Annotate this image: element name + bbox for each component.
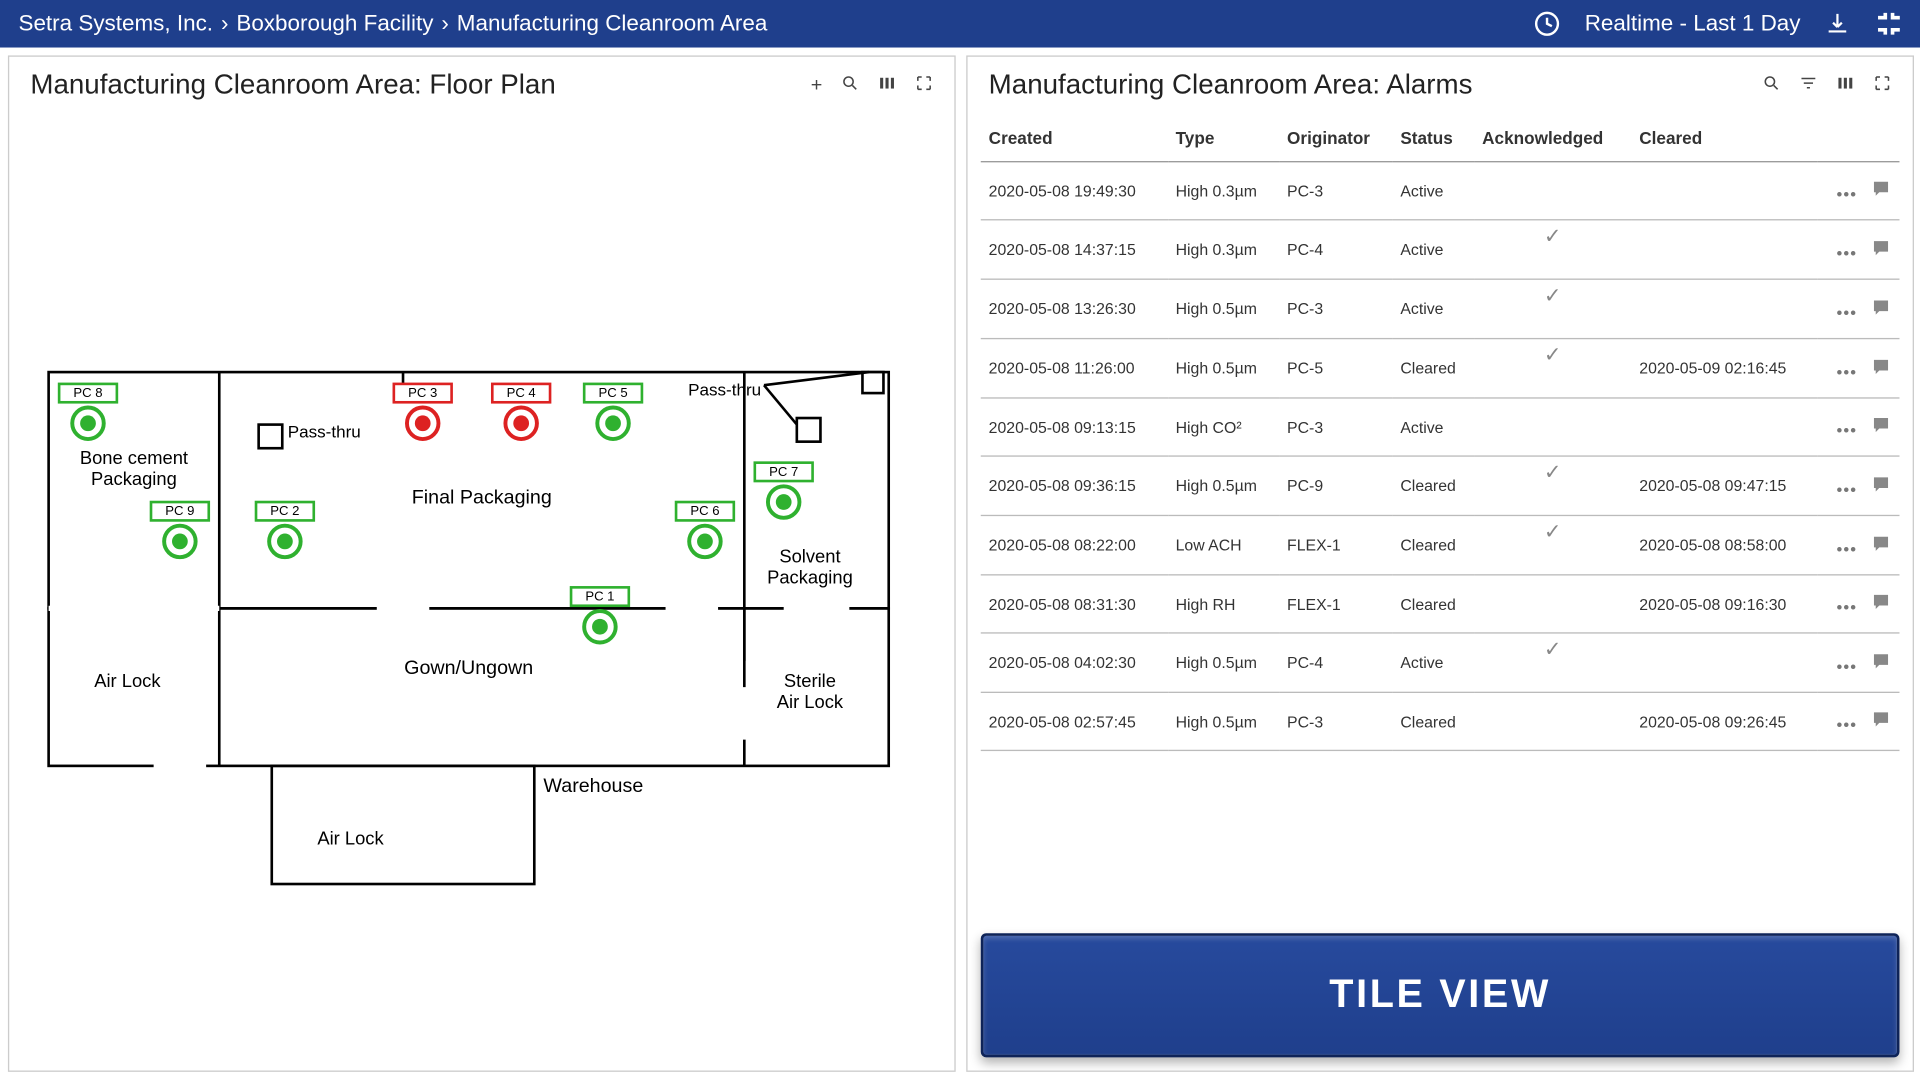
- more-icon[interactable]: •••: [1837, 303, 1858, 321]
- svg-text:PC 5: PC 5: [598, 385, 627, 400]
- room-sterile-air-lock: SterileAir Lock: [777, 670, 844, 712]
- comment-icon[interactable]: [1870, 356, 1891, 381]
- comment-icon[interactable]: [1870, 533, 1891, 558]
- table-row[interactable]: 2020-05-08 09:13:15High CO²PC-3Active•••: [981, 398, 1900, 456]
- label-pass-thru-left: Pass-thru: [288, 423, 361, 442]
- comment-icon[interactable]: [1870, 473, 1891, 498]
- more-icon[interactable]: •••: [1837, 480, 1858, 498]
- room-warehouse: Warehouse: [543, 775, 643, 797]
- col-acknowledged[interactable]: Acknowledged: [1474, 110, 1631, 162]
- breadcrumb-2[interactable]: Manufacturing Cleanroom Area: [457, 11, 768, 37]
- table-row[interactable]: 2020-05-08 08:31:30High RHFLEX-1Cleared2…: [981, 575, 1900, 633]
- room-air-lock-bottom: Air Lock: [317, 828, 384, 849]
- col-cleared[interactable]: Cleared: [1631, 110, 1818, 162]
- sensor-pc9[interactable]: PC 9: [151, 502, 209, 557]
- check-icon: ✓: [1544, 639, 1562, 661]
- more-icon[interactable]: •••: [1837, 362, 1858, 380]
- table-row[interactable]: 2020-05-08 08:22:00Low ACHFLEX-1Cleared✓…: [981, 515, 1900, 574]
- check-icon: ✓: [1544, 226, 1562, 248]
- filter-icon[interactable]: [1799, 74, 1817, 98]
- svg-text:PC 2: PC 2: [270, 503, 299, 518]
- tile-view-button[interactable]: TILE VIEW: [981, 933, 1900, 1057]
- floorplan-title: Manufacturing Cleanroom Area: Floor Plan: [30, 70, 555, 102]
- fullscreen-exit-icon[interactable]: [1874, 9, 1903, 38]
- room-final-packaging: Final Packaging: [412, 486, 552, 508]
- col-type[interactable]: Type: [1168, 110, 1279, 162]
- more-icon[interactable]: •••: [1837, 715, 1858, 733]
- room-bone-cement: Bone cementPackaging: [80, 447, 188, 489]
- top-bar: Setra Systems, Inc. › Boxborough Facilit…: [0, 0, 1920, 48]
- room-air-lock-left: Air Lock: [94, 670, 161, 691]
- comment-icon[interactable]: [1870, 650, 1891, 675]
- expand-icon[interactable]: [1873, 74, 1891, 98]
- alarms-panel: Manufacturing Cleanroom Area: Alarms Cre…: [966, 55, 1914, 1071]
- col-status[interactable]: Status: [1392, 110, 1474, 162]
- more-icon[interactable]: •••: [1837, 657, 1858, 675]
- sensor-pc8[interactable]: PC 8: [59, 384, 117, 439]
- svg-text:PC 7: PC 7: [769, 464, 798, 479]
- check-icon: ✓: [1544, 521, 1562, 543]
- table-row[interactable]: 2020-05-08 19:49:30High 0.3µmPC-3Active•…: [981, 162, 1900, 220]
- sensor-pc2[interactable]: PC 2: [256, 502, 314, 557]
- columns-icon[interactable]: [1836, 74, 1854, 98]
- comment-icon[interactable]: [1870, 414, 1891, 439]
- more-icon[interactable]: •••: [1837, 244, 1858, 262]
- columns-icon[interactable]: [878, 74, 896, 98]
- label-pass-thru-right: Pass-thru: [688, 381, 761, 400]
- sensor-pc5[interactable]: PC 5: [584, 384, 642, 439]
- more-icon[interactable]: •••: [1837, 539, 1858, 557]
- sensor-pc7[interactable]: PC 7: [755, 463, 813, 518]
- comment-icon[interactable]: [1870, 591, 1891, 616]
- table-row[interactable]: 2020-05-08 04:02:30High 0.5µmPC-4Active✓…: [981, 633, 1900, 692]
- breadcrumb[interactable]: Setra Systems, Inc. › Boxborough Facilit…: [18, 11, 767, 37]
- search-icon[interactable]: [1762, 74, 1780, 98]
- room-gown: Gown/Ungown: [404, 657, 533, 679]
- more-icon[interactable]: •••: [1837, 598, 1858, 616]
- sensor-pc6[interactable]: PC 6: [676, 502, 734, 557]
- svg-text:PC 3: PC 3: [408, 385, 437, 400]
- table-row[interactable]: 2020-05-08 13:26:30High 0.5µmPC-3Active✓…: [981, 279, 1900, 338]
- col-created[interactable]: Created: [981, 110, 1168, 162]
- table-row[interactable]: 2020-05-08 02:57:45High 0.5µmPC-3Cleared…: [981, 692, 1900, 750]
- floorplan-panel: Manufacturing Cleanroom Area: Floor Plan…: [8, 55, 956, 1071]
- breadcrumb-0[interactable]: Setra Systems, Inc.: [18, 11, 213, 37]
- alarms-table: CreatedTypeOriginatorStatusAcknowledgedC…: [981, 110, 1900, 752]
- sensor-pc3[interactable]: PC 3: [394, 384, 452, 439]
- alarms-title: Manufacturing Cleanroom Area: Alarms: [989, 70, 1473, 102]
- svg-text:PC 8: PC 8: [73, 385, 102, 400]
- room-solvent: SolventPackaging: [767, 545, 853, 587]
- svg-text:PC 6: PC 6: [690, 503, 719, 518]
- comment-icon[interactable]: [1870, 178, 1891, 203]
- svg-text:PC 1: PC 1: [585, 588, 614, 603]
- add-icon[interactable]: +: [811, 74, 823, 98]
- svg-text:PC 4: PC 4: [507, 385, 536, 400]
- svg-text:PC 9: PC 9: [165, 503, 194, 518]
- more-icon[interactable]: •••: [1837, 185, 1858, 203]
- sensor-pc4[interactable]: PC 4: [492, 384, 550, 439]
- col-originator[interactable]: Originator: [1279, 110, 1392, 162]
- floorplan-canvas[interactable]: Bone cementPackaging Final Packaging Gow…: [9, 110, 954, 1081]
- more-icon[interactable]: •••: [1837, 421, 1858, 439]
- table-row[interactable]: 2020-05-08 09:36:15High 0.5µmPC-9Cleared…: [981, 456, 1900, 515]
- check-icon: ✓: [1544, 462, 1562, 484]
- sensor-pc1[interactable]: PC 1: [571, 587, 629, 642]
- check-icon: ✓: [1544, 285, 1562, 307]
- comment-icon[interactable]: [1870, 296, 1891, 321]
- download-icon[interactable]: [1824, 11, 1850, 37]
- realtime-range[interactable]: Realtime - Last 1 Day: [1585, 11, 1801, 37]
- table-row[interactable]: 2020-05-08 14:37:15High 0.3µmPC-4Active✓…: [981, 220, 1900, 279]
- comment-icon[interactable]: [1870, 709, 1891, 734]
- table-row[interactable]: 2020-05-08 11:26:00High 0.5µmPC-5Cleared…: [981, 339, 1900, 398]
- breadcrumb-1[interactable]: Boxborough Facility: [236, 11, 433, 37]
- search-icon[interactable]: [841, 74, 859, 98]
- clock-icon: [1532, 9, 1561, 38]
- expand-icon[interactable]: [915, 74, 933, 98]
- check-icon: ✓: [1544, 345, 1562, 367]
- comment-icon[interactable]: [1870, 237, 1891, 262]
